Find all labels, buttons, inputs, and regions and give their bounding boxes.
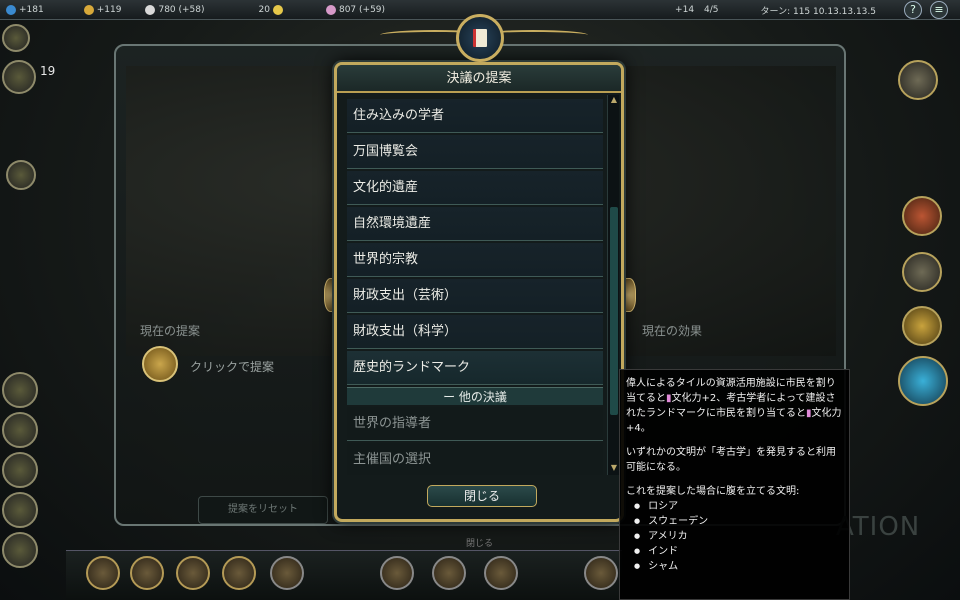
menu-button[interactable]: ≡	[930, 1, 948, 19]
current-effect-label: 現在の効果	[642, 324, 703, 338]
opponent-civ: スウェーデン	[626, 514, 843, 529]
culture-icon	[325, 4, 336, 15]
list-item[interactable]: 財政支出（芸術）	[347, 279, 603, 313]
science-stat[interactable]: +181	[6, 4, 44, 15]
list-item[interactable]: 住み込みの学者	[347, 99, 603, 133]
opponent-civ: アメリカ	[626, 529, 843, 544]
list-item[interactable]: 万国博覧会	[347, 135, 603, 169]
other-resolutions-header[interactable]: ー 他の決議	[347, 387, 603, 405]
science-flask-icon[interactable]	[898, 356, 948, 406]
list-item-disabled[interactable]: 世界の指導者	[347, 407, 603, 441]
resolution-list[interactable]: 住み込みの学者 万国博覧会 文化的遺産 自然環境遺産 世界的宗教 財政支出（芸術…	[343, 95, 605, 475]
city-icon[interactable]	[2, 372, 38, 408]
culture-stat[interactable]: 807 (+59)	[325, 4, 385, 15]
unit-icon[interactable]	[584, 556, 618, 590]
smiley-icon	[272, 4, 283, 15]
collapse-icon[interactable]	[2, 24, 30, 52]
unit-icon[interactable]	[484, 556, 518, 590]
opponent-civ: インド	[626, 544, 843, 559]
policy-icon[interactable]	[902, 306, 942, 346]
tooltip-opponents-label: これを提案した場合に腹を立てる文明:	[626, 486, 800, 497]
gold-stat[interactable]: +119	[83, 4, 121, 15]
scroll-down-icon[interactable]: ▼	[609, 463, 619, 473]
tooltip-effect: 偉人によるタイルの資源活用施設に市民を割り当てると▮文化力+2、考古学者によって…	[626, 378, 842, 434]
resolution-tooltip: 偉人によるタイルの資源活用施設に市民を割り当てると▮文化力+2、考古学者によって…	[619, 369, 850, 600]
city-icon[interactable]	[2, 452, 38, 488]
list-item-disabled[interactable]: 主催国の選択	[347, 443, 603, 475]
opponent-civ: シャム	[626, 559, 843, 574]
dialog-title: 決議の提案	[337, 65, 621, 93]
advisor-icon[interactable]	[898, 60, 938, 100]
unit-icon[interactable]	[176, 556, 210, 590]
congress-emblem-icon	[456, 14, 504, 62]
list-item-hovered[interactable]: 歴史的ランドマーク	[347, 351, 603, 385]
tourism-stat[interactable]: +14	[675, 5, 694, 15]
game-screen: +181 +119 780 (+58) 20 807 (+59) +14 4/5…	[0, 0, 960, 600]
book-icon	[473, 29, 487, 47]
turn-counter: ターン: 115 10.13.13.13.5	[760, 7, 876, 17]
city-icon[interactable]	[2, 412, 38, 448]
capitol-icon[interactable]	[902, 252, 942, 292]
scroll-up-icon[interactable]: ▲	[609, 95, 619, 105]
pause-icon[interactable]	[270, 556, 304, 590]
panel-close-label[interactable]: 閉じる	[466, 536, 493, 549]
unit-icon[interactable]	[222, 556, 256, 590]
click-to-propose[interactable]: クリックで提案	[190, 358, 274, 375]
unit-icon[interactable]	[86, 556, 120, 590]
left-happy-count: 19	[40, 64, 56, 78]
faith-icon	[145, 4, 156, 15]
tooltip-requirement: いずれかの文明が「考古学」を発見すると利用可能になる。	[626, 447, 836, 473]
list-scrollbar[interactable]: ▲ ▼	[607, 95, 619, 475]
list-item[interactable]: 財政支出（科学）	[347, 315, 603, 349]
current-proposal-label: 現在の提案	[140, 324, 201, 338]
list-item[interactable]: 世界的宗教	[347, 243, 603, 277]
list-item[interactable]: 文化的遺産	[347, 171, 603, 205]
help-button[interactable]: ?	[904, 1, 922, 19]
reset-proposal-button[interactable]: 提案をリセット	[198, 496, 328, 524]
list-item[interactable]: 自然環境遺産	[347, 207, 603, 241]
leader-portrait[interactable]	[2, 60, 36, 94]
unit-icon[interactable]	[6, 160, 36, 190]
unit-icon[interactable]	[380, 556, 414, 590]
unit-icon[interactable]	[432, 556, 466, 590]
science-icon	[6, 4, 16, 15]
unit-icon[interactable]	[130, 556, 164, 590]
scroll-thumb[interactable]	[610, 207, 618, 415]
policies-stat[interactable]: 4/5	[704, 5, 718, 15]
close-button[interactable]: 閉じる	[427, 485, 537, 507]
propose-slot-icon[interactable]	[142, 346, 178, 382]
gold-icon	[83, 4, 94, 15]
faith-stat[interactable]: 780 (+58)	[145, 4, 205, 15]
propose-resolution-dialog: 決議の提案 住み込みの学者 万国博覧会 文化的遺産 自然環境遺産 世界的宗教 財…	[334, 62, 624, 522]
opponent-civ: ロシア	[626, 499, 843, 514]
happiness-stat[interactable]: 20	[259, 4, 286, 15]
city-icon[interactable]	[2, 492, 38, 528]
city-icon[interactable]	[2, 532, 38, 568]
close-x-icon[interactable]	[902, 196, 942, 236]
